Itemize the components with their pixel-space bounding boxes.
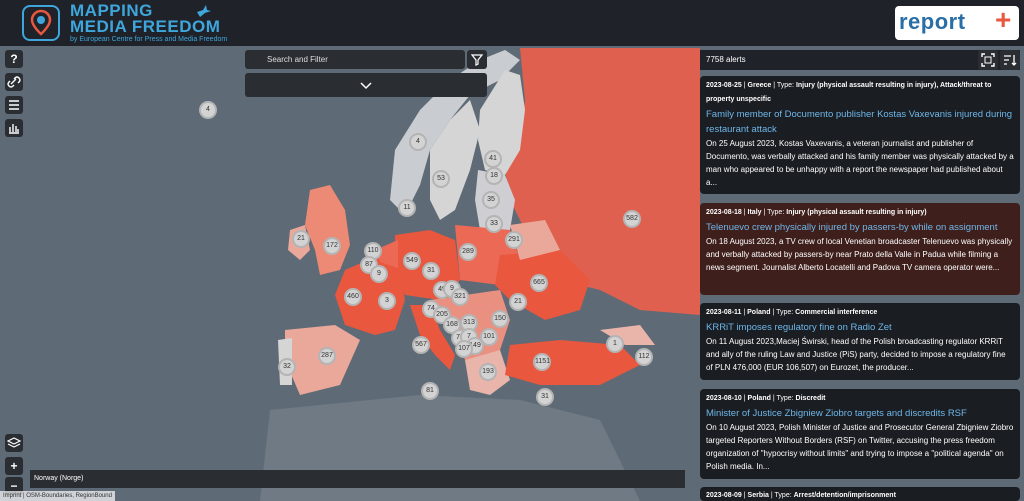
chevron-down-icon xyxy=(360,82,372,90)
hover-country-bar: Norway (Norge) xyxy=(30,470,685,488)
cluster-marker[interactable]: 289 xyxy=(459,243,477,261)
alert-title[interactable]: Telenuevo crew physically injured by pas… xyxy=(706,220,1014,235)
cluster-marker[interactable]: 4 xyxy=(409,133,427,151)
cluster-marker[interactable]: 150 xyxy=(491,310,509,328)
cluster-marker[interactable]: 172 xyxy=(323,237,341,255)
alert-card[interactable]: 2023-08-18 | Italy | Type: Injury (physi… xyxy=(700,203,1020,295)
app-subtitle: by European Centre for Press and Media F… xyxy=(70,36,228,43)
cluster-marker[interactable]: 32 xyxy=(278,358,296,376)
alert-meta: 2023-08-25 | Greece | Type: Injury (phys… xyxy=(706,82,992,103)
alert-text: On 11 August 2023,Maciej Świrski, head o… xyxy=(706,337,1006,372)
alert-meta: 2023-08-10 | Poland | Type: Discredit xyxy=(706,395,826,402)
alert-card[interactable]: 2023-08-11 | Poland | Type: Commercial i… xyxy=(700,303,1020,380)
alert-title[interactable]: KRRiT imposes regulatory fine on Radio Z… xyxy=(706,320,1014,335)
cluster-marker[interactable]: 567 xyxy=(412,336,430,354)
cluster-marker[interactable]: 4 xyxy=(199,101,217,119)
alert-title[interactable]: Minister of Justice Zbigniew Ziobro targ… xyxy=(706,406,1014,421)
cluster-marker[interactable]: 287 xyxy=(318,347,336,365)
alert-meta: 2023-08-09 | Serbia | Type: Arrest/deten… xyxy=(706,492,896,499)
alert-card[interactable]: 2023-08-25 | Greece | Type: Injury (phys… xyxy=(700,76,1020,194)
cluster-marker[interactable]: 9 xyxy=(370,265,388,283)
cluster-marker[interactable]: 31 xyxy=(536,388,554,406)
stats-button[interactable] xyxy=(5,119,23,137)
cluster-marker[interactable]: 291 xyxy=(505,231,523,249)
cluster-marker[interactable]: 460 xyxy=(344,288,362,306)
cluster-marker[interactable]: 11 xyxy=(398,199,416,217)
cluster-marker[interactable]: 549 xyxy=(403,252,421,270)
cluster-marker[interactable]: 1 xyxy=(606,335,624,353)
cluster-marker[interactable]: 31 xyxy=(422,262,440,280)
alerts-count: 7758 alerts xyxy=(706,55,746,64)
cluster-marker[interactable]: 193 xyxy=(479,363,497,381)
funnel-icon xyxy=(470,54,484,66)
cluster-marker[interactable]: 107 xyxy=(455,340,473,358)
cluster-marker[interactable]: 582 xyxy=(623,210,641,228)
alert-card[interactable]: 2023-08-09 | Serbia | Type: Arrest/deten… xyxy=(700,487,1020,501)
map-pin-logo-icon[interactable] xyxy=(22,5,60,41)
app-title-line2: MEDIA FREEDOM xyxy=(70,17,221,36)
layers-icon xyxy=(6,437,22,448)
sort-icon xyxy=(1004,55,1017,66)
cluster-marker[interactable]: 21 xyxy=(292,230,310,248)
alert-text: On 10 August 2023, Polish Minister of Ju… xyxy=(706,423,1014,471)
alert-meta: 2023-08-18 | Italy | Type: Injury (physi… xyxy=(706,209,927,216)
cluster-marker[interactable]: 1151 xyxy=(533,353,551,371)
cluster-marker[interactable]: 81 xyxy=(421,382,439,400)
layers-button[interactable] xyxy=(5,434,23,452)
cluster-marker[interactable]: 18 xyxy=(485,167,503,185)
search-and-filter-input[interactable]: Search and Filter xyxy=(245,50,465,69)
link-button[interactable] xyxy=(5,73,23,91)
link-icon xyxy=(7,76,21,88)
cluster-marker[interactable]: 35 xyxy=(482,191,500,209)
fullscreen-icon xyxy=(981,53,995,67)
cluster-marker[interactable]: 112 xyxy=(635,348,653,366)
cluster-marker[interactable]: 53 xyxy=(432,170,450,188)
alert-card[interactable]: 2023-08-10 | Poland | Type: Discredit Mi… xyxy=(700,389,1020,479)
top-header: MAPPING MEDIA FREEDOM by European Centre… xyxy=(0,0,1024,46)
alert-meta: 2023-08-11 | Poland | Type: Commercial i… xyxy=(706,309,878,316)
alerts-count-bar: 7758 alerts xyxy=(700,50,1020,70)
help-button[interactable]: ? xyxy=(5,50,23,68)
zoom-in-button[interactable]: + xyxy=(5,457,23,475)
bar-chart-icon xyxy=(9,124,19,134)
alert-title[interactable]: Family member of Documento publisher Kos… xyxy=(706,107,1014,137)
cluster-marker[interactable]: 321 xyxy=(451,288,469,306)
cluster-marker[interactable]: 41 xyxy=(484,150,502,168)
plus-icon: + xyxy=(995,4,1012,35)
bird-icon xyxy=(197,5,211,17)
filter-button[interactable] xyxy=(467,50,487,69)
cluster-marker[interactable]: 665 xyxy=(530,274,548,292)
map-attribution[interactable]: Imprint | OSM-Boundaries, RegionBound xyxy=(0,491,115,501)
fullscreen-button[interactable] xyxy=(978,50,998,70)
sort-button[interactable] xyxy=(1000,50,1020,70)
cluster-marker[interactable]: 33 xyxy=(485,215,503,233)
list-icon xyxy=(9,100,19,110)
list-button[interactable] xyxy=(5,96,23,114)
cluster-marker[interactable]: 21 xyxy=(509,293,527,311)
partner-logo-text: report xyxy=(899,9,966,34)
alert-text: On 25 August 2023, Kostas Vaxevanis, a v… xyxy=(706,139,1014,187)
filter-expand-panel[interactable] xyxy=(245,73,487,97)
partner-logo[interactable]: report + xyxy=(895,4,1019,40)
cluster-marker[interactable]: 3 xyxy=(378,292,396,310)
alert-text: On 18 August 2023, a TV crew of local Ve… xyxy=(706,237,1013,272)
